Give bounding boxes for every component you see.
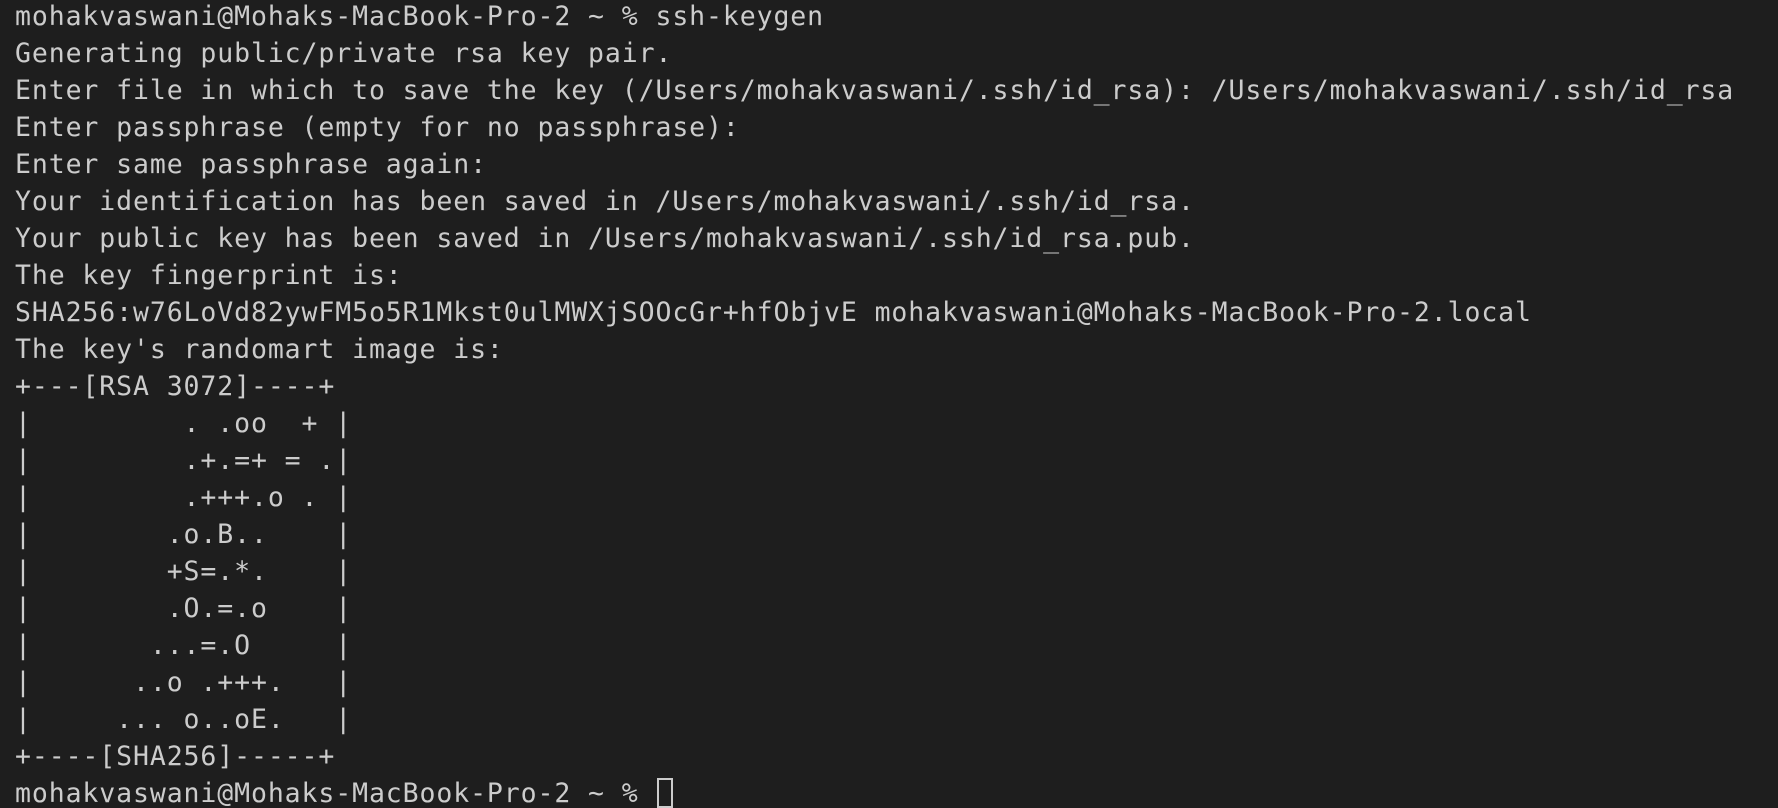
randomart-row: | ...=.O | <box>15 630 353 661</box>
output-line-fingerprint-label: The key fingerprint is: <box>15 260 403 291</box>
randomart-row: | . .oo + | <box>15 408 353 439</box>
output-line-passphrase-confirm: Enter same passphrase again: <box>15 149 487 180</box>
output-line-file-prompt: Enter file in which to save the key (/Us… <box>15 75 1735 106</box>
input-line[interactable]: mohakvaswani@Mohaks-MacBook-Pro-2 ~ % <box>15 775 1778 808</box>
randomart-row: | .O.=.o | <box>15 593 353 624</box>
output-line-identification-saved: Your identification has been saved in /U… <box>15 186 1195 217</box>
output-line-passphrase-prompt: Enter passphrase (empty for no passphras… <box>15 112 740 143</box>
randomart-row: | .+++.o . | <box>15 482 353 513</box>
command-text: ssh-keygen <box>655 1 825 32</box>
command-line: mohakvaswani@Mohaks-MacBook-Pro-2 ~ % ss… <box>15 0 1778 35</box>
output-line-fingerprint-value: SHA256:w76LoVd82ywFM5o5R1Mkst0ulMWXjSOOc… <box>15 297 1532 328</box>
randomart-row: | ..o .+++. | <box>15 667 353 698</box>
output-line-public-key-saved: Your public key has been saved in /Users… <box>15 223 1195 254</box>
randomart-row: | ... o..oE. | <box>15 704 353 735</box>
terminal-window[interactable]: mohakvaswani@Mohaks-MacBook-Pro-2 ~ % ss… <box>0 0 1778 808</box>
randomart-top-border: +---[RSA 3072]----+ <box>15 371 336 402</box>
output-line-randomart-label: The key's randomart image is: <box>15 334 504 365</box>
text-cursor[interactable] <box>657 778 674 808</box>
shell-prompt: mohakvaswani@Mohaks-MacBook-Pro-2 ~ % <box>15 1 656 32</box>
randomart-row: | +S=.*. | <box>15 556 353 587</box>
randomart-row: | .+.=+ = .| <box>15 445 353 476</box>
shell-prompt: mohakvaswani@Mohaks-MacBook-Pro-2 ~ % <box>15 778 656 808</box>
output-line-generating: Generating public/private rsa key pair. <box>15 38 673 69</box>
randomart-row: | .o.B.. | <box>15 519 353 550</box>
randomart-bottom-border: +----[SHA256]-----+ <box>15 741 336 772</box>
